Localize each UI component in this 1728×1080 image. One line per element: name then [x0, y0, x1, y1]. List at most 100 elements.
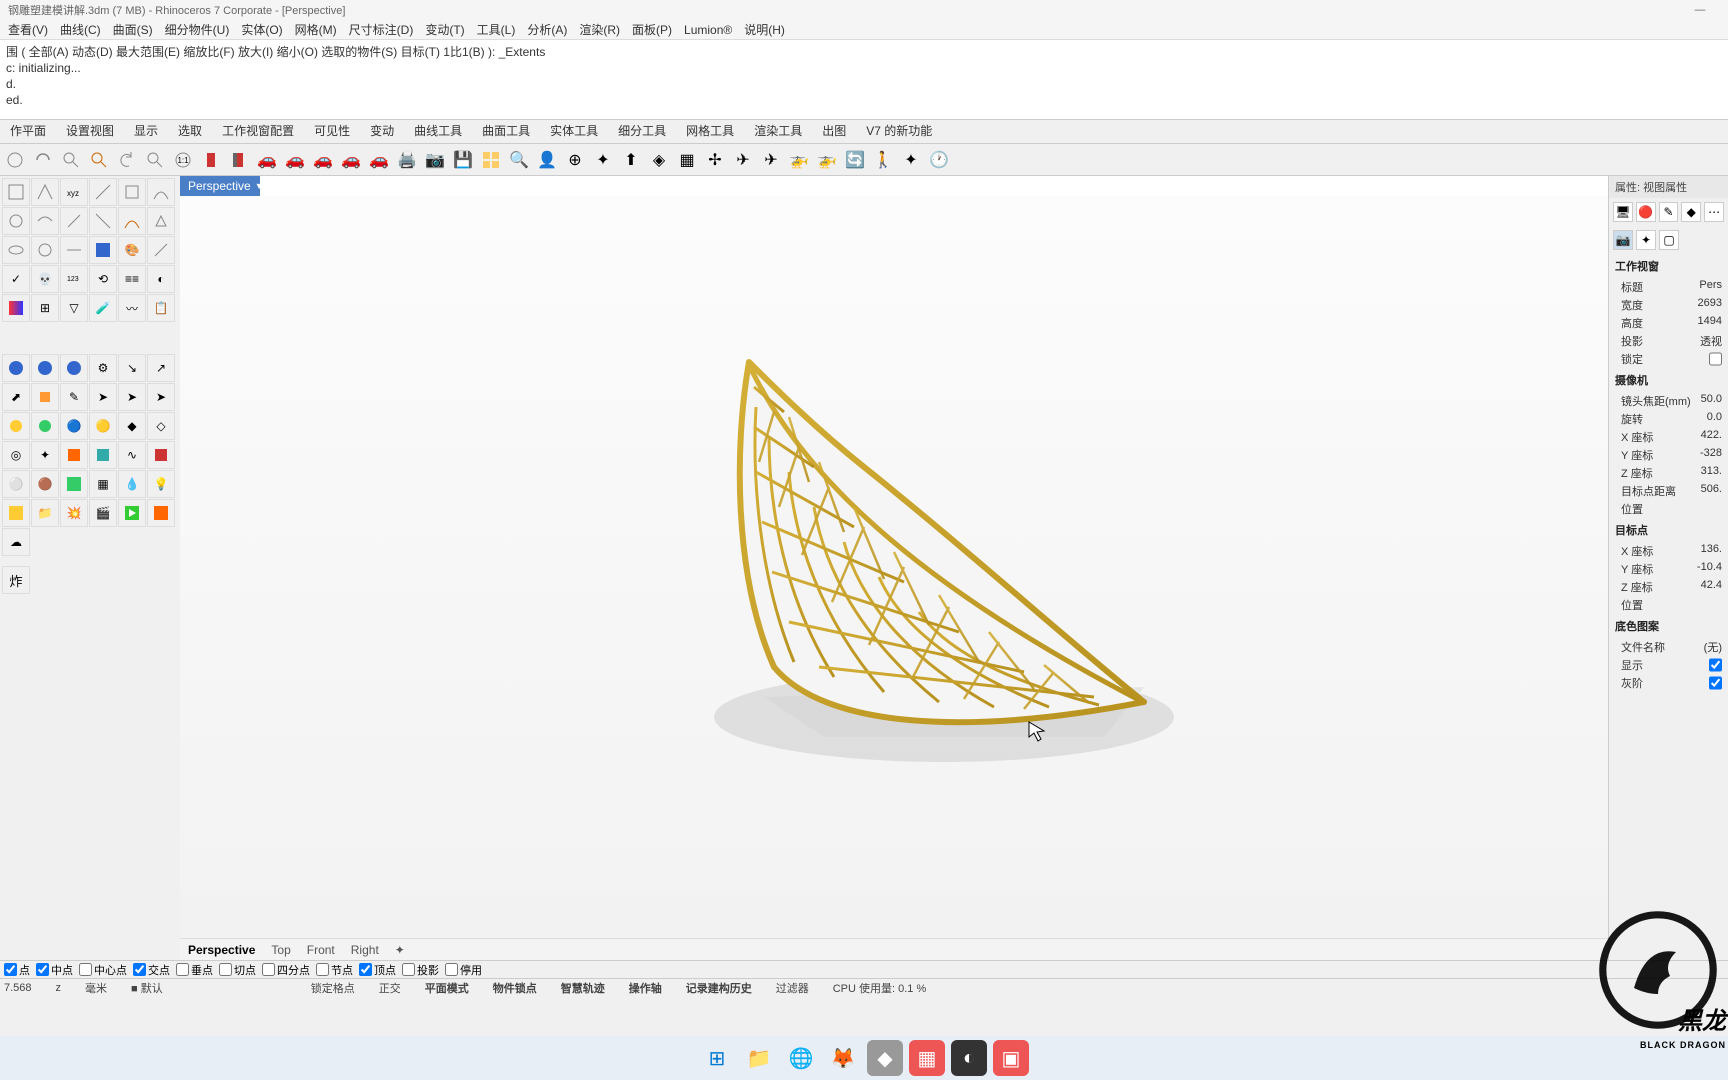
- sphere-blue-icon[interactable]: [2, 354, 30, 382]
- vtab-right[interactable]: Right: [351, 943, 379, 957]
- osnap-tan[interactable]: 切点: [219, 962, 256, 978]
- status-gridsnap[interactable]: 锁定格点: [311, 980, 355, 996]
- osnap-vert[interactable]: 顶点: [359, 962, 396, 978]
- vtab-add[interactable]: ✦: [395, 943, 405, 957]
- arrow-icon[interactable]: ➤: [118, 383, 146, 411]
- prop-tab-object-icon[interactable]: 🖥: [1613, 202, 1633, 222]
- vtab-top[interactable]: Top: [271, 943, 290, 957]
- four-view-icon[interactable]: [478, 147, 504, 173]
- rect-orange-icon[interactable]: [31, 383, 59, 411]
- folder-icon[interactable]: 📁: [31, 499, 59, 527]
- tool-icon[interactable]: [147, 236, 175, 264]
- camera-icon[interactable]: 📷: [422, 147, 448, 173]
- cage-icon[interactable]: ▦: [674, 147, 700, 173]
- sphere-multi-icon[interactable]: 🔵: [60, 412, 88, 440]
- car-front-icon[interactable]: 🚗: [338, 147, 364, 173]
- bulb-icon[interactable]: 💡: [147, 470, 175, 498]
- menu-transform[interactable]: 变动(T): [419, 19, 470, 40]
- gray-checkbox[interactable]: [1709, 675, 1722, 691]
- tool-icon[interactable]: [147, 178, 175, 206]
- sphere-texture-icon[interactable]: 🟤: [31, 470, 59, 498]
- tool-icon[interactable]: xyz: [60, 178, 88, 206]
- status-osnap[interactable]: 物件锁点: [493, 980, 537, 996]
- shade-box-icon[interactable]: [198, 147, 224, 173]
- sun-icon[interactable]: 🔍: [506, 147, 532, 173]
- menu-panels[interactable]: 面板(P): [626, 19, 678, 40]
- tool-icon[interactable]: ⟲: [89, 265, 117, 293]
- tab-rendertools[interactable]: 渲染工具: [744, 118, 812, 143]
- diamond-icon[interactable]: ◆: [118, 412, 146, 440]
- tool-icon[interactable]: [147, 207, 175, 235]
- cube-orange-icon[interactable]: [60, 441, 88, 469]
- lock-checkbox[interactable]: [1709, 351, 1722, 367]
- menu-mesh[interactable]: 网格(M): [289, 19, 343, 40]
- taskbar-app-icon[interactable]: ◆: [867, 1040, 903, 1076]
- status-history[interactable]: 记录建构历史: [686, 980, 752, 996]
- tab-select[interactable]: 选取: [168, 118, 212, 143]
- tab-meshtools[interactable]: 网格工具: [676, 118, 744, 143]
- wireframe-icon[interactable]: [226, 147, 252, 173]
- osnap-disable[interactable]: 停用: [445, 962, 482, 978]
- sphere-blue-icon[interactable]: [31, 354, 59, 382]
- menu-solid[interactable]: 实体(O): [235, 19, 288, 40]
- osnap-knot[interactable]: 节点: [316, 962, 353, 978]
- taskbar-recorder-icon[interactable]: ▣: [993, 1040, 1029, 1076]
- car-persp-icon[interactable]: 🚗: [282, 147, 308, 173]
- menu-analyze[interactable]: 分析(A): [521, 19, 573, 40]
- menu-lumion[interactable]: Lumion®: [678, 21, 738, 39]
- command-area[interactable]: 围 ( 全部(A) 动态(D) 最大范围(E) 缩放比(F) 放大(I) 缩小(…: [0, 40, 1728, 120]
- tool-icon[interactable]: 〰: [118, 294, 146, 322]
- osnap-end[interactable]: 点: [4, 962, 30, 978]
- sphere-blue-icon[interactable]: [60, 354, 88, 382]
- tool-icon[interactable]: ⊞: [31, 294, 59, 322]
- sphere-icon[interactable]: ⚪: [2, 470, 30, 498]
- play-green-icon[interactable]: [118, 499, 146, 527]
- tool-icon[interactable]: [118, 178, 146, 206]
- heli2-icon[interactable]: 🚁: [814, 147, 840, 173]
- save-icon[interactable]: 💾: [450, 147, 476, 173]
- tool-icon[interactable]: [31, 236, 59, 264]
- tool-icon[interactable]: [60, 236, 88, 264]
- osnap-perp[interactable]: 垂点: [176, 962, 213, 978]
- show-checkbox[interactable]: [1709, 657, 1722, 673]
- prop-sub-camera-icon[interactable]: 📷: [1613, 230, 1633, 250]
- target-icon[interactable]: ⊕: [562, 147, 588, 173]
- prop-sub-gumball-icon[interactable]: ✦: [1636, 230, 1656, 250]
- star-icon[interactable]: ✦: [898, 147, 924, 173]
- plane-icon[interactable]: ✈: [730, 147, 756, 173]
- cube-icon[interactable]: ◈: [646, 147, 672, 173]
- arrow-icon[interactable]: ⬈: [2, 383, 30, 411]
- tool-icon[interactable]: [89, 207, 117, 235]
- block-orange-icon[interactable]: [147, 499, 175, 527]
- menu-help[interactable]: 说明(H): [738, 19, 791, 40]
- clock-icon[interactable]: 🕐: [926, 147, 952, 173]
- osnap-int[interactable]: 交点: [133, 962, 170, 978]
- tab-solidtools[interactable]: 实体工具: [540, 118, 608, 143]
- tool-icon[interactable]: [2, 178, 30, 206]
- menu-dimension[interactable]: 尺寸标注(D): [343, 19, 420, 40]
- status-smarttrack[interactable]: 智慧轨迹: [561, 980, 605, 996]
- drop-icon[interactable]: 💧: [118, 470, 146, 498]
- tab-transform[interactable]: 变动: [360, 118, 404, 143]
- taskbar-app-icon[interactable]: ◐: [951, 1040, 987, 1076]
- tool-icon[interactable]: 123: [60, 265, 88, 293]
- explode-text-icon[interactable]: 炸: [2, 566, 30, 594]
- car-top-icon[interactable]: 🚗: [310, 147, 336, 173]
- axis-icon[interactable]: ✢: [702, 147, 728, 173]
- printer-icon[interactable]: 🖨️: [394, 147, 420, 173]
- sphere-multi-icon[interactable]: 🟡: [89, 412, 117, 440]
- curve-icon[interactable]: ∿: [118, 441, 146, 469]
- rotate-view-icon[interactable]: [30, 147, 56, 173]
- cloud-icon[interactable]: ☁: [2, 528, 30, 556]
- menu-render[interactable]: 渲染(R): [573, 19, 626, 40]
- tool-icon[interactable]: [89, 178, 117, 206]
- status-layer[interactable]: ■ 默认: [131, 980, 163, 996]
- vtab-front[interactable]: Front: [307, 943, 335, 957]
- osnap-proj[interactable]: 投影: [402, 962, 439, 978]
- menu-curve[interactable]: 曲线(C): [54, 19, 107, 40]
- tab-v7new[interactable]: V7 的新功能: [856, 118, 942, 143]
- tool-icon[interactable]: [31, 178, 59, 206]
- person-icon[interactable]: 👤: [534, 147, 560, 173]
- cup-icon[interactable]: 🧪: [89, 294, 117, 322]
- tab-viewport[interactable]: 工作视窗配置: [212, 118, 304, 143]
